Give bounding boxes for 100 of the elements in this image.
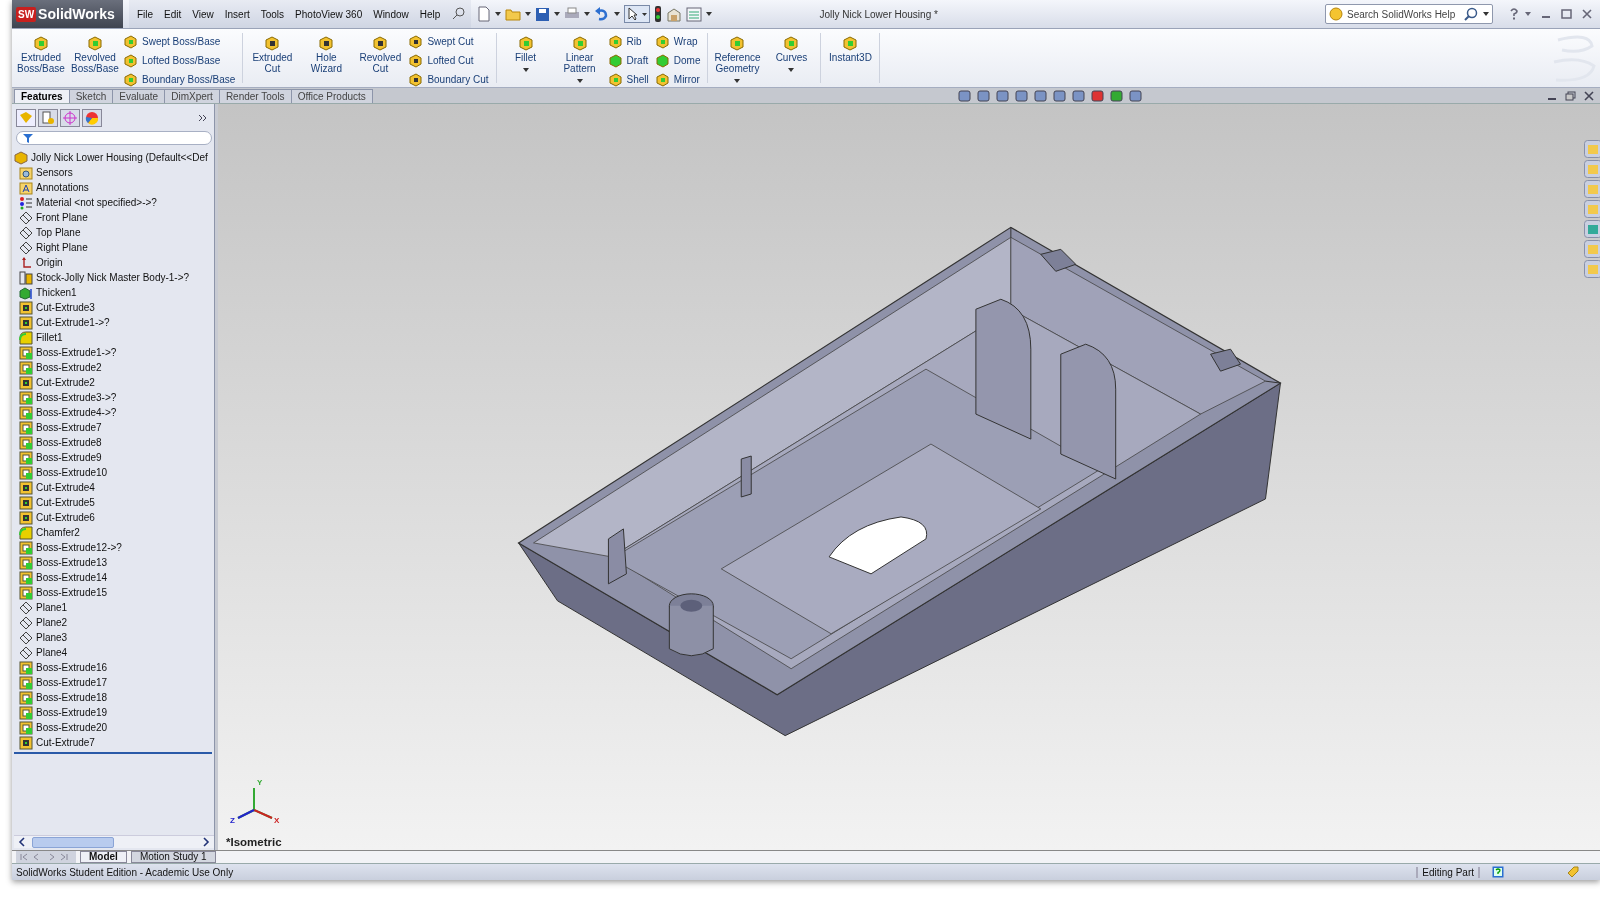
caret-icon[interactable] bbox=[525, 11, 532, 17]
command-tab[interactable]: DimXpert bbox=[164, 88, 220, 103]
tree-item[interactable]: Boss-Extrude19 bbox=[14, 705, 214, 720]
tree-item[interactable]: Chamfer2 bbox=[14, 525, 214, 540]
tree-item[interactable]: Sensors bbox=[14, 165, 214, 180]
ribbon-command[interactable]: Rib bbox=[607, 33, 653, 50]
tree-item[interactable]: Cut-Extrude3 bbox=[14, 300, 214, 315]
ribbon-command[interactable]: Draft bbox=[607, 52, 653, 69]
caret-icon[interactable] bbox=[522, 67, 529, 73]
tree-item[interactable]: Boss-Extrude20 bbox=[14, 720, 214, 735]
tree-item[interactable]: Boss-Extrude4->? bbox=[14, 405, 214, 420]
view-tool-icon[interactable] bbox=[1033, 88, 1049, 103]
tree-item[interactable]: Boss-Extrude13 bbox=[14, 555, 214, 570]
ribbon-command[interactable]: Hole Wizard bbox=[300, 31, 353, 74]
tree-item[interactable]: Boss-Extrude8 bbox=[14, 435, 214, 450]
menu-item[interactable]: Help bbox=[419, 8, 441, 20]
menu-item[interactable]: PhotoView 360 bbox=[295, 8, 363, 20]
ribbon-command[interactable]: Lofted Boss/Base bbox=[123, 52, 240, 69]
search-icon[interactable] bbox=[1463, 7, 1479, 21]
tree-item[interactable]: Cut-Extrude4 bbox=[14, 480, 214, 495]
ribbon-command[interactable]: Extruded Boss/Base bbox=[15, 31, 67, 74]
restore-icon[interactable] bbox=[1565, 90, 1576, 101]
caret-icon[interactable] bbox=[554, 11, 561, 17]
tree-item[interactable]: Boss-Extrude18 bbox=[14, 690, 214, 705]
view-tool-icon[interactable] bbox=[1052, 88, 1068, 103]
tree-item[interactable]: Top Plane bbox=[14, 225, 214, 240]
scroll-thumb[interactable] bbox=[32, 836, 114, 848]
ribbon-command[interactable]: Linear Pattern bbox=[553, 31, 606, 84]
tree-item[interactable]: Plane4 bbox=[14, 645, 214, 660]
tree-item[interactable]: Front Plane bbox=[14, 210, 214, 225]
view-tool-icon[interactable] bbox=[976, 88, 992, 103]
task-pane-tab-icon[interactable] bbox=[1584, 160, 1600, 178]
ribbon-command[interactable]: Fillet bbox=[499, 31, 552, 73]
task-pane-tab-icon[interactable] bbox=[1584, 180, 1600, 198]
property-tab-icon[interactable] bbox=[38, 109, 58, 127]
ribbon-command[interactable]: Reference Geometry bbox=[711, 31, 764, 84]
caret-icon[interactable] bbox=[788, 67, 795, 73]
menu-item[interactable]: Edit bbox=[164, 8, 182, 20]
command-tab[interactable]: Evaluate bbox=[112, 88, 166, 103]
tree-item[interactable]: Boss-Extrude2 bbox=[14, 360, 214, 375]
search-box[interactable]: Search SolidWorks Help bbox=[1325, 4, 1493, 24]
ribbon-command[interactable]: Boundary Boss/Base bbox=[123, 71, 240, 88]
command-tab[interactable]: Office Products bbox=[290, 88, 373, 103]
task-pane-tab-icon[interactable] bbox=[1584, 220, 1600, 238]
view-tool-icon[interactable] bbox=[1071, 88, 1087, 103]
tree-item[interactable]: Boss-Extrude17 bbox=[14, 675, 214, 690]
tree-item[interactable]: Boss-Extrude15 bbox=[14, 585, 214, 600]
ribbon-command[interactable]: Revolved Boss/Base bbox=[69, 31, 121, 74]
close-icon[interactable] bbox=[1582, 9, 1592, 19]
ribbon-command[interactable]: Boundary Cut bbox=[408, 71, 493, 88]
crosshair-icon[interactable] bbox=[60, 109, 80, 127]
ribbon-command[interactable]: Lofted Cut bbox=[408, 52, 493, 69]
command-tab[interactable]: Render Tools bbox=[218, 88, 292, 103]
tree-item[interactable]: Thicken1 bbox=[14, 285, 214, 300]
tree-item[interactable]: Fillet1 bbox=[14, 330, 214, 345]
model-tab[interactable]: Model bbox=[80, 851, 127, 863]
horizontal-scrollbar[interactable] bbox=[14, 835, 214, 848]
caret-icon[interactable] bbox=[495, 11, 502, 17]
appearance-tab-icon[interactable] bbox=[82, 109, 102, 127]
save-icon[interactable] bbox=[535, 6, 551, 22]
menu-item[interactable]: Insert bbox=[224, 8, 250, 20]
tree-item[interactable]: Right Plane bbox=[14, 240, 214, 255]
select-pointer-icon[interactable] bbox=[624, 5, 651, 23]
view-tool-icon[interactable] bbox=[957, 88, 973, 103]
task-pane-tab-icon[interactable] bbox=[1584, 200, 1600, 218]
search-input[interactable]: Search SolidWorks Help bbox=[1347, 8, 1459, 20]
tree-item[interactable]: Plane2 bbox=[14, 615, 214, 630]
ribbon-command[interactable]: Curves bbox=[765, 31, 818, 73]
ribbon-command[interactable]: Swept Boss/Base bbox=[123, 33, 240, 50]
app-logo[interactable]: SW SolidWorks bbox=[12, 0, 123, 28]
view-tool-icon[interactable] bbox=[1109, 88, 1125, 103]
tree-item[interactable]: Plane1 bbox=[14, 600, 214, 615]
tree-item[interactable]: Cut-Extrude2 bbox=[14, 375, 214, 390]
menu-item[interactable]: View bbox=[192, 8, 214, 20]
tree-item[interactable]: Cut-Extrude7 bbox=[14, 735, 214, 750]
tree-item[interactable]: Cut-Extrude5 bbox=[14, 495, 214, 510]
tree-item[interactable]: Boss-Extrude1->? bbox=[14, 345, 214, 360]
traffic-light-icon[interactable] bbox=[654, 6, 663, 22]
ribbon-command[interactable]: Mirror bbox=[654, 71, 705, 88]
command-tab[interactable]: Features bbox=[14, 88, 70, 103]
tree-item[interactable]: Plane3 bbox=[14, 630, 214, 645]
expand-chevron-icon[interactable] bbox=[198, 113, 208, 123]
tree-item[interactable]: Cut-Extrude1->? bbox=[14, 315, 214, 330]
feature-tree-tab-icon[interactable] bbox=[16, 109, 36, 127]
tree-item[interactable]: Stock-Jolly Nick Master Body-1->? bbox=[14, 270, 214, 285]
menu-item[interactable]: File bbox=[136, 8, 153, 20]
menu-item[interactable]: Window bbox=[373, 8, 409, 20]
caret-icon[interactable] bbox=[734, 78, 741, 84]
view-tool-icon[interactable] bbox=[1014, 88, 1030, 103]
model-tab[interactable]: Motion Study 1 bbox=[130, 851, 216, 863]
help-icon[interactable] bbox=[1492, 866, 1504, 878]
tree-item[interactable]: Annotations bbox=[14, 180, 214, 195]
help-icon[interactable] bbox=[1509, 8, 1519, 20]
task-pane-tab-icon[interactable] bbox=[1584, 240, 1600, 258]
caret-icon[interactable] bbox=[1483, 11, 1489, 17]
task-pane-tab-icon[interactable] bbox=[1584, 260, 1600, 278]
ribbon-command[interactable]: Revolved Cut bbox=[354, 31, 407, 74]
filter-field[interactable] bbox=[16, 131, 212, 145]
view-tool-icon[interactable] bbox=[995, 88, 1011, 103]
scroll-right-icon[interactable] bbox=[202, 837, 210, 847]
